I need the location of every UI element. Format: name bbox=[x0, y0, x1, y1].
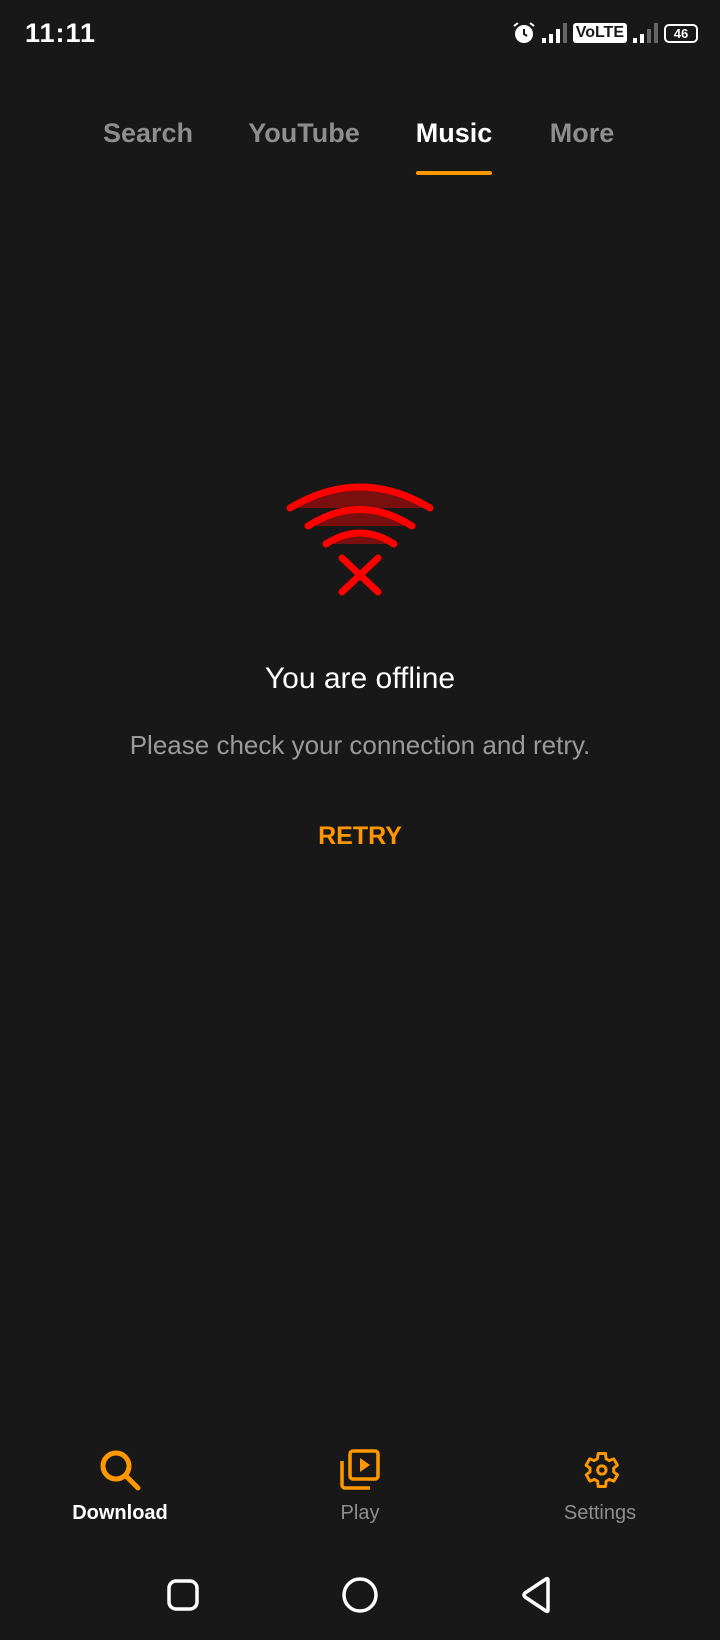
offline-message: Please check your connection and retry. bbox=[129, 730, 591, 760]
back-button[interactable] bbox=[517, 1575, 557, 1615]
tab-search[interactable]: Search bbox=[103, 118, 193, 149]
recents-button[interactable] bbox=[163, 1575, 203, 1615]
tab-more[interactable]: More bbox=[550, 118, 615, 149]
battery-level: 46 bbox=[673, 25, 689, 41]
play-library-icon bbox=[340, 1449, 380, 1490]
tab-music[interactable]: Music bbox=[416, 118, 493, 149]
tab-youtube[interactable]: YouTube bbox=[248, 118, 359, 149]
retry-button[interactable]: RETRY bbox=[318, 822, 402, 851]
search-icon bbox=[100, 1450, 141, 1491]
nav-download[interactable]: Download bbox=[20, 1448, 220, 1525]
offline-title: You are offline bbox=[264, 662, 456, 695]
home-button[interactable] bbox=[340, 1575, 380, 1615]
nav-play[interactable]: Play bbox=[260, 1448, 460, 1525]
nav-play-label: Play bbox=[340, 1502, 380, 1524]
nav-settings-label: Settings bbox=[563, 1502, 637, 1524]
nav-download-label: Download bbox=[72, 1502, 168, 1524]
tab-indicator bbox=[416, 171, 492, 175]
signal-icon bbox=[541, 23, 567, 43]
volte-badge: VoLTE bbox=[572, 23, 627, 43]
status-icons: VoLTE 46 bbox=[512, 20, 698, 46]
battery-icon: 46 bbox=[664, 23, 698, 43]
status-time: 11:11 bbox=[25, 18, 97, 48]
signal-icon bbox=[633, 23, 658, 43]
wifi-off-icon bbox=[286, 483, 434, 596]
nav-settings[interactable]: Settings bbox=[500, 1448, 700, 1525]
gear-icon bbox=[584, 1452, 620, 1488]
alarm-icon bbox=[513, 22, 535, 43]
